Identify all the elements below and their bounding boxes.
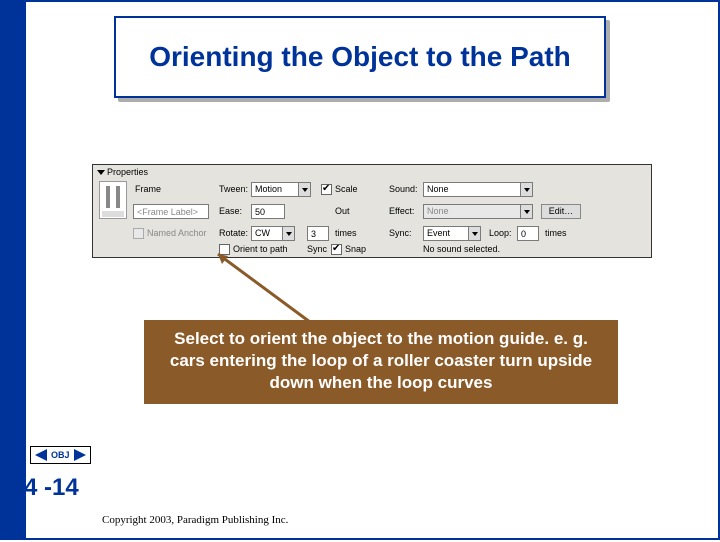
orient-to-path-label: Orient to path bbox=[233, 244, 288, 254]
scale-checkbox[interactable] bbox=[321, 184, 332, 195]
scale-label: Scale bbox=[335, 184, 358, 194]
named-anchor-label: Named Anchor bbox=[147, 228, 207, 238]
panel-row-4: Orient to path Sync Snap No sound select… bbox=[99, 244, 645, 258]
properties-panel: Properties Frame Tween: Motion Scale Sou… bbox=[92, 164, 652, 258]
ease-label: Ease: bbox=[219, 206, 242, 216]
sound-value: None bbox=[427, 184, 449, 194]
edit-button[interactable]: Edit… bbox=[541, 204, 581, 219]
sync-value: Event bbox=[427, 228, 450, 238]
slide-title: Orienting the Object to the Path bbox=[149, 42, 571, 71]
rotate-label: Rotate: bbox=[219, 228, 248, 238]
slide: Orienting the Object to the Path Propert… bbox=[0, 0, 720, 540]
frame-label-input[interactable]: <Frame Label> bbox=[133, 204, 209, 219]
ease-input[interactable]: 50 bbox=[251, 204, 285, 219]
sound-dropdown[interactable]: None bbox=[423, 182, 533, 197]
snap-label: Snap bbox=[345, 244, 366, 254]
sound-label: Sound: bbox=[389, 184, 418, 194]
copyright: Copyright 2003, Paradigm Publishing Inc. bbox=[102, 514, 288, 526]
nav-label: OBJ bbox=[51, 450, 70, 460]
properties-tab-label: Properties bbox=[107, 167, 148, 177]
tab-collapse-icon bbox=[97, 170, 105, 175]
rotate-dropdown[interactable]: CW bbox=[251, 226, 295, 241]
callout-box: Select to orient the object to the motio… bbox=[144, 320, 618, 404]
named-anchor-checkbox[interactable] bbox=[133, 228, 144, 239]
tween-value: Motion bbox=[255, 184, 282, 194]
rotate-times-label: times bbox=[335, 228, 357, 238]
dropdown-arrow-icon bbox=[468, 227, 480, 240]
effect-value: None bbox=[427, 206, 449, 216]
no-sound-label: No sound selected. bbox=[423, 244, 500, 254]
dropdown-arrow-icon bbox=[520, 205, 532, 218]
orient-to-path-checkbox[interactable] bbox=[219, 244, 230, 255]
dropdown-arrow-icon bbox=[520, 183, 532, 196]
title-body: Orienting the Object to the Path bbox=[114, 16, 606, 98]
panel-row-2: <Frame Label> Ease: 50 Out Effect: None … bbox=[99, 204, 645, 222]
sync-sound-label: Sync: bbox=[389, 228, 412, 238]
nav-next-button[interactable] bbox=[74, 449, 86, 461]
loop-input[interactable]: 0 bbox=[517, 226, 539, 241]
rotate-times-input[interactable]: 3 bbox=[307, 226, 329, 241]
dropdown-arrow-icon bbox=[282, 227, 294, 240]
panel-row-3: Named Anchor Rotate: CW 3 times Sync: Ev… bbox=[99, 226, 645, 244]
loop-times-label: times bbox=[545, 228, 567, 238]
sync-anim-label: Sync bbox=[307, 244, 327, 254]
title-container: Orienting the Object to the Path bbox=[114, 16, 606, 98]
properties-tab[interactable]: Properties bbox=[97, 167, 148, 177]
rotate-value: CW bbox=[255, 228, 270, 238]
snap-checkbox[interactable] bbox=[331, 244, 342, 255]
nav-box: OBJ bbox=[30, 446, 91, 464]
sync-dropdown[interactable]: Event bbox=[423, 226, 481, 241]
left-accent-bar bbox=[2, 2, 26, 538]
tween-label: Tween: bbox=[219, 184, 248, 194]
loop-label: Loop: bbox=[489, 228, 512, 238]
effect-label: Effect: bbox=[389, 206, 414, 216]
effect-dropdown[interactable]: None bbox=[423, 204, 533, 219]
frame-label: Frame bbox=[135, 184, 161, 194]
panel-row-1: Frame Tween: Motion Scale Sound: None bbox=[99, 182, 645, 200]
tween-dropdown[interactable]: Motion bbox=[251, 182, 311, 197]
page-number: 4 -14 bbox=[24, 474, 79, 502]
out-label: Out bbox=[335, 206, 350, 216]
nav-prev-button[interactable] bbox=[35, 449, 47, 461]
dropdown-arrow-icon bbox=[298, 183, 310, 196]
